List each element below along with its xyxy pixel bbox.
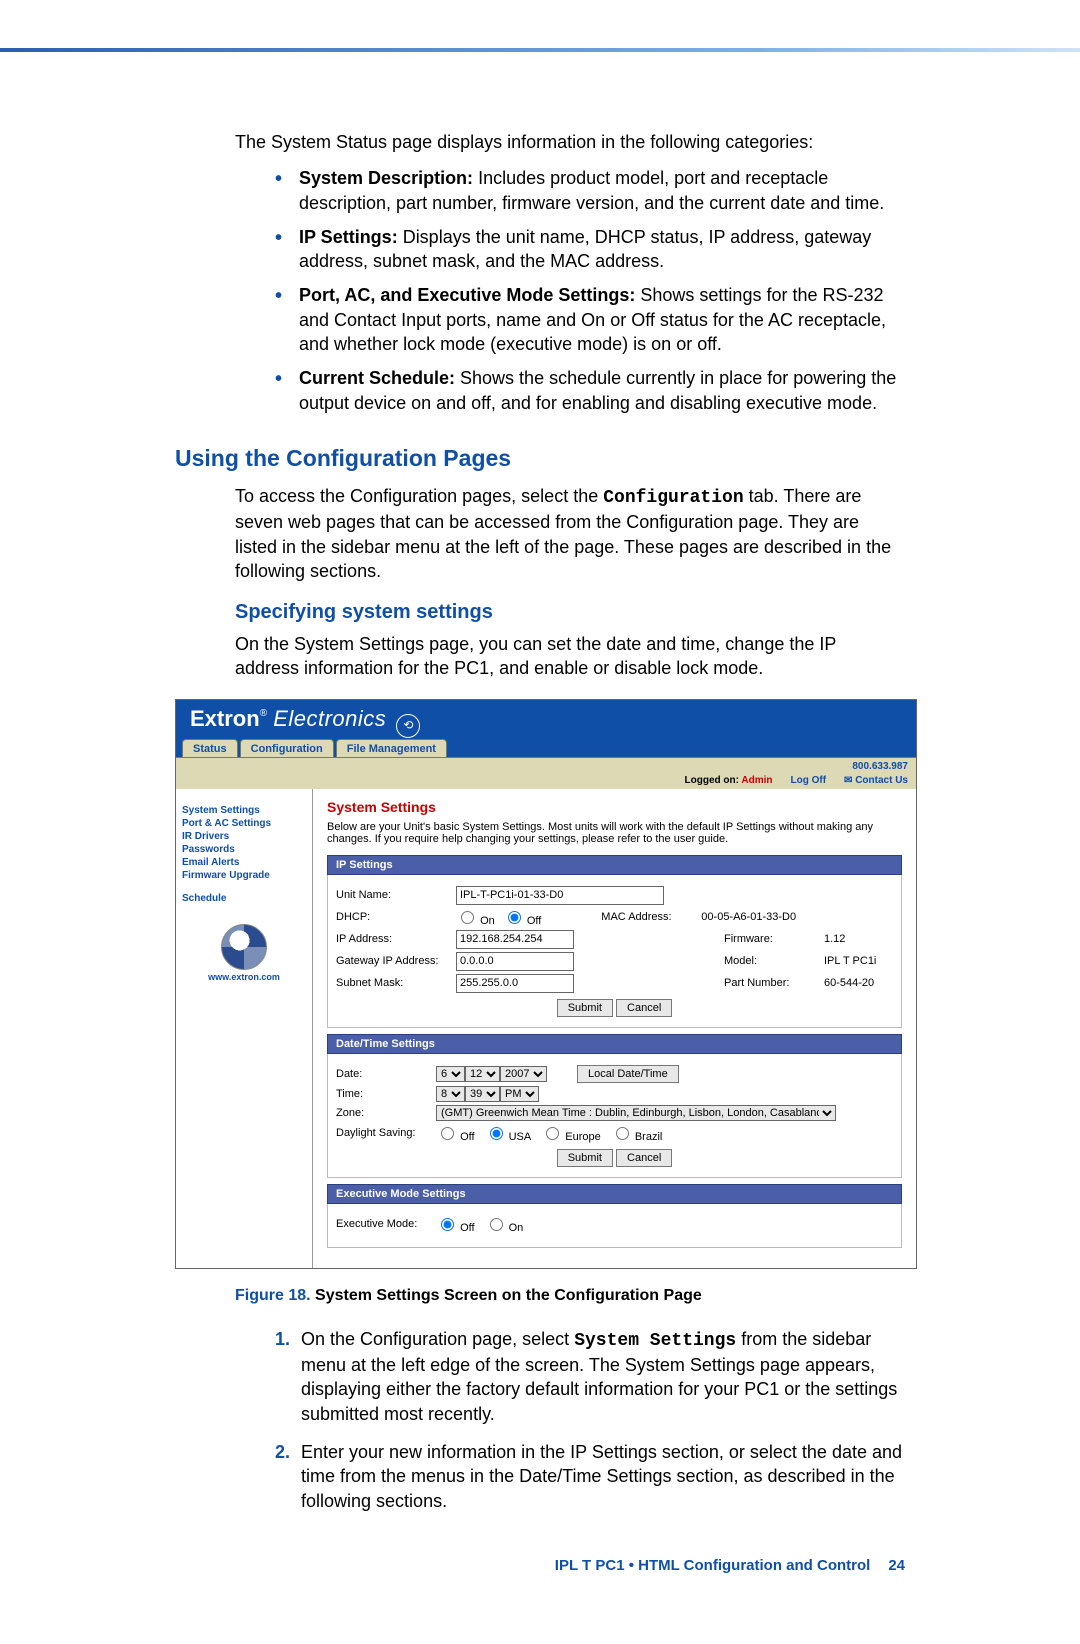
contact-link[interactable]: ✉ Contact Us: [844, 775, 908, 786]
mac-label: MAC Address:: [601, 911, 701, 923]
ds-off[interactable]: Off: [436, 1124, 475, 1143]
gateway-input[interactable]: [456, 952, 574, 971]
model-label: Model:: [724, 955, 824, 967]
ip-input[interactable]: [456, 930, 574, 949]
figure-caption: Figure 18. System Settings Screen on the…: [175, 1287, 905, 1305]
sidebar-item-firmware-upgrade[interactable]: Firmware Upgrade: [182, 870, 306, 881]
exec-panel: Executive Mode: Off On: [327, 1204, 902, 1248]
sidebar-item-port-ac[interactable]: Port & AC Settings: [182, 818, 306, 829]
dhcp-on[interactable]: On: [456, 908, 495, 927]
main-title: System Settings: [327, 799, 902, 815]
firmware-value: 1.12: [824, 933, 845, 945]
page-footer: IPL T PC1 • HTML Configuration and Contr…: [0, 1527, 1080, 1604]
firmware-label: Firmware:: [724, 933, 824, 945]
section-heading: Using the Configuration Pages: [175, 445, 905, 472]
ds-brazil[interactable]: Brazil: [611, 1124, 663, 1143]
part-label: Part Number:: [724, 977, 824, 989]
day-select[interactable]: 12: [465, 1066, 500, 1082]
steps-list: On the Configuration page, select System…: [175, 1327, 905, 1513]
exec-off[interactable]: Off: [436, 1215, 475, 1234]
time-label: Time:: [336, 1088, 436, 1100]
ip-label: IP Address:: [336, 933, 456, 945]
embed-brand-header: Extron® Electronics ⟲: [176, 700, 916, 739]
sidebar-item-ir-drivers[interactable]: IR Drivers: [182, 831, 306, 842]
subsection-paragraph: On the System Settings page, you can set…: [175, 632, 905, 681]
status-categories-list: System Description: Includes product mod…: [175, 166, 905, 415]
mask-label: Subnet Mask:: [336, 977, 456, 989]
ds-europe[interactable]: Europe: [541, 1124, 601, 1143]
ip-submit-button[interactable]: Submit: [557, 999, 613, 1017]
extron-swirl-icon: [221, 924, 267, 970]
datetime-header: Date/Time Settings: [327, 1034, 902, 1054]
section-paragraph: To access the Configuration pages, selec…: [175, 484, 905, 583]
exec-on[interactable]: On: [485, 1215, 524, 1234]
dhcp-label: DHCP:: [336, 911, 456, 923]
bullet-label: Current Schedule:: [299, 368, 455, 388]
sidebar-item-schedule[interactable]: Schedule: [182, 893, 306, 904]
ip-settings-panel: Unit Name: DHCP: On Off MAC Address: 00-…: [327, 875, 902, 1028]
dt-submit-button[interactable]: Submit: [557, 1149, 613, 1167]
model-value: IPL T PC1i: [824, 955, 876, 967]
year-select[interactable]: 2007: [500, 1066, 547, 1082]
main-description: Below are your Unit's basic System Setti…: [327, 821, 902, 845]
logoff-link[interactable]: Log Off: [790, 775, 826, 786]
part-value: 60-544-20: [824, 977, 874, 989]
mask-input[interactable]: [456, 974, 574, 993]
intro-text: The System Status page displays informat…: [175, 130, 905, 154]
ds-usa[interactable]: USA: [485, 1124, 532, 1143]
code-text: Configuration: [603, 488, 743, 508]
exec-label: Executive Mode:: [336, 1218, 436, 1230]
system-settings-screenshot: Extron® Electronics ⟲ Status Configurati…: [175, 699, 917, 1269]
step-1: On the Configuration page, select System…: [275, 1327, 905, 1426]
month-select[interactable]: 6: [436, 1066, 465, 1082]
sidebar-item-passwords[interactable]: Passwords: [182, 844, 306, 855]
info-bar-2: Logged on: Admin Log Off ✉ Contact Us: [176, 775, 916, 789]
dt-cancel-button[interactable]: Cancel: [616, 1149, 672, 1167]
hour-select[interactable]: 8: [436, 1086, 465, 1102]
phone-number: 800.633.987: [852, 761, 908, 772]
ampm-select[interactable]: PM: [500, 1086, 539, 1102]
tab-configuration[interactable]: Configuration: [240, 739, 334, 757]
gateway-label: Gateway IP Address:: [336, 955, 456, 967]
main-panel: System Settings Below are your Unit's ba…: [313, 789, 916, 1268]
unit-name-input[interactable]: [456, 886, 664, 905]
zone-select[interactable]: (GMT) Greenwich Mean Time : Dublin, Edin…: [436, 1105, 836, 1121]
extron-url[interactable]: www.extron.com: [182, 972, 306, 982]
dhcp-off[interactable]: Off: [503, 908, 542, 927]
sidebar-item-email-alerts[interactable]: Email Alerts: [182, 857, 306, 868]
minute-select[interactable]: 39: [465, 1086, 500, 1102]
tab-status[interactable]: Status: [182, 739, 238, 757]
logged-on-label: Logged on: Admin: [685, 775, 773, 786]
bullet-label: IP Settings:: [299, 227, 398, 247]
info-bar: 800.633.987: [176, 758, 916, 775]
mac-value: 00-05-A6-01-33-D0: [701, 911, 796, 923]
exec-header: Executive Mode Settings: [327, 1184, 902, 1204]
unit-name-label: Unit Name:: [336, 889, 456, 901]
ip-cancel-button[interactable]: Cancel: [616, 999, 672, 1017]
sidebar: System Settings Port & AC Settings IR Dr…: [176, 789, 313, 1268]
extron-logo-icon: ⟲: [396, 714, 420, 738]
date-label: Date:: [336, 1068, 436, 1080]
page-number: 24: [888, 1557, 905, 1574]
ip-settings-header: IP Settings: [327, 855, 902, 875]
subsection-heading: Specifying system settings: [235, 601, 905, 624]
ds-label: Daylight Saving:: [336, 1127, 436, 1139]
tab-file-management[interactable]: File Management: [336, 739, 447, 757]
bullet-label: Port, AC, and Executive Mode Settings:: [299, 285, 635, 305]
step-2: Enter your new information in the IP Set…: [275, 1440, 905, 1513]
sidebar-item-system-settings[interactable]: System Settings: [182, 805, 306, 816]
bullet-label: System Description:: [299, 168, 473, 188]
datetime-panel: Date: 6 12 2007 Local Date/Time Time: 8 …: [327, 1054, 902, 1178]
tab-row: Status Configuration File Management: [176, 739, 916, 758]
local-datetime-button[interactable]: Local Date/Time: [577, 1065, 679, 1083]
zone-label: Zone:: [336, 1107, 436, 1119]
